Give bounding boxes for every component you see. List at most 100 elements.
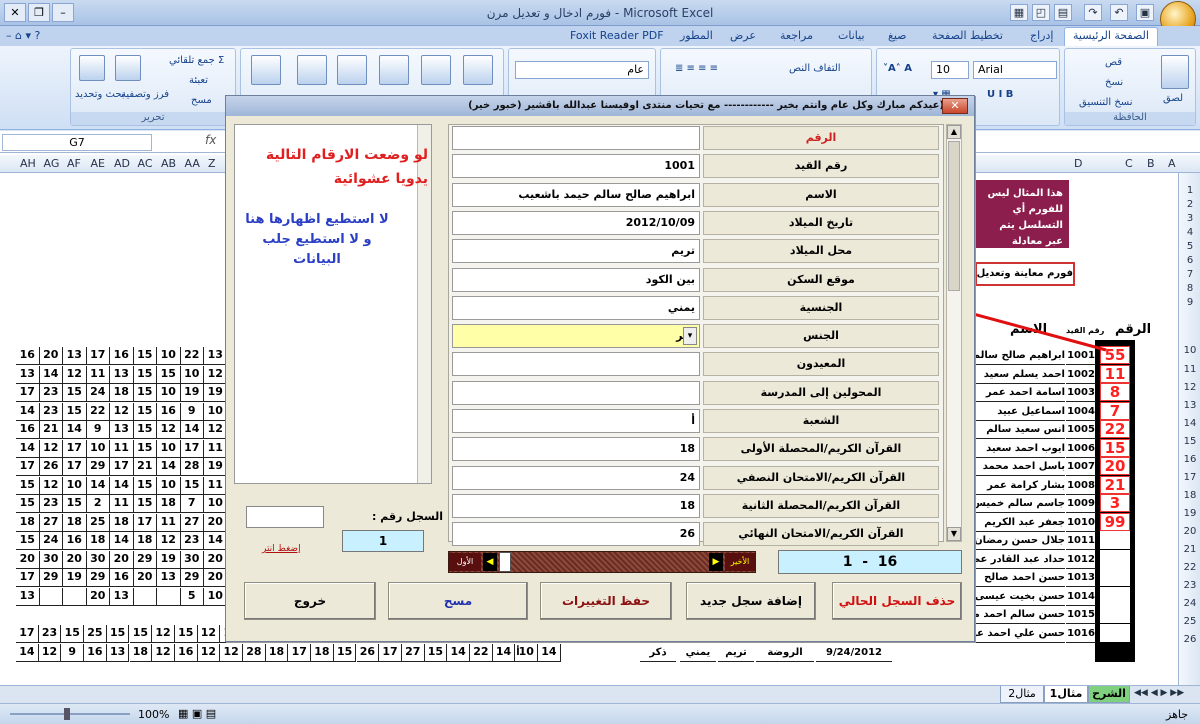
grid-cell[interactable]: 25 [86,513,110,532]
grid-cell[interactable]: 12 [39,439,63,458]
rank-cell[interactable]: 99 [1100,512,1130,531]
grid-cell[interactable]: 17 [63,439,87,458]
grid-cell[interactable]: 30 [86,550,110,569]
row25-grid-cell[interactable]: 15 [61,625,85,643]
grid-cell[interactable]: 26 [39,458,63,476]
row-number[interactable]: 15 [1179,436,1200,447]
grid-cell[interactable]: 23 [180,532,204,550]
row-number[interactable]: 13 [1179,400,1200,411]
grid-cell[interactable]: 20 [110,550,134,569]
rank-empty-cell[interactable] [1100,549,1130,568]
row-number[interactable]: 7 [1179,269,1200,280]
grid-cell[interactable]: 10 [204,495,228,513]
row26-grid-cell[interactable]: 17 [379,644,402,662]
grid-cell[interactable]: 19 [204,458,228,476]
row26-birthplace[interactable]: تريم [718,644,754,662]
grid-cell[interactable]: 23 [39,402,63,421]
name-cell[interactable]: باسل احمد محمد [975,458,1065,476]
field-value-input[interactable]: 2012/10/09 [452,210,700,235]
row-number[interactable]: 12 [1179,382,1200,393]
grid-cell[interactable]: 13 [110,365,134,384]
grid-cell[interactable]: 12 [204,365,228,384]
grid-cell[interactable]: 15 [63,495,87,513]
row-number[interactable]: 6 [1179,255,1200,266]
row-number[interactable]: 5 [1179,241,1200,252]
row-number[interactable]: 1 [1179,185,1200,196]
grid-cell[interactable]: 17 [86,347,110,365]
reg-cell[interactable]: 1003 [1066,384,1096,402]
row-number[interactable]: 16 [1179,454,1200,465]
row26-grid-cell[interactable]: 18 [129,644,153,662]
grid-cell[interactable]: 13 [110,587,134,606]
grid-cell[interactable]: 29 [86,458,110,476]
add-record-button[interactable]: إضافة سجل جديد [686,582,816,620]
field-value-input[interactable]: 18 [452,493,700,518]
grid-cell[interactable]: 22 [86,402,110,421]
grid-cell[interactable]: 19 [157,550,181,569]
cell-styles-icon[interactable] [379,55,409,85]
close-window-button[interactable]: ✕ [4,3,26,22]
tab-data[interactable]: بيانات [838,29,865,42]
reg-cell[interactable]: 1002 [1066,366,1096,384]
grid-cell[interactable]: 17 [16,569,40,587]
grid-cell[interactable]: 17 [16,384,40,402]
grid-cell[interactable]: 11 [110,439,134,458]
insert-cells-icon[interactable] [337,55,367,85]
grid-cell[interactable]: 14 [110,476,134,495]
grid-cell[interactable]: 22 [180,347,204,365]
row-number[interactable]: 14 [1179,418,1200,429]
delete-cells-icon[interactable] [297,55,327,85]
save-icon[interactable]: ▣ [1136,4,1154,21]
row-number[interactable]: 21 [1179,544,1200,555]
cut-button[interactable]: قص [1105,57,1122,68]
grid-cell[interactable]: 13 [157,569,181,587]
grid-cell[interactable] [39,587,63,606]
field-value-input[interactable]: تريم [452,239,700,264]
grid-cell[interactable]: 15 [16,495,40,513]
grid-cell[interactable]: 18 [133,532,157,550]
row26-residence[interactable]: الروضة [756,644,814,662]
font-size-select[interactable]: 10 [931,61,969,79]
grid-cell[interactable]: 10 [157,439,181,458]
grid-cell[interactable]: 19 [180,384,204,402]
name-cell[interactable]: حداد عبد القادر عطا [975,551,1065,569]
grid-cell[interactable]: 15 [157,365,181,384]
col-A[interactable]: A [1168,157,1176,170]
grid-cell[interactable]: 13 [16,365,40,384]
grid-cell[interactable]: 19 [63,569,87,587]
preview-form-button[interactable]: فورم معاينة وتعديل [975,262,1075,286]
row25-grid-cell[interactable]: 23 [38,625,62,643]
rank-cell[interactable]: 8 [1100,383,1130,401]
col-AH[interactable]: AH [20,157,36,170]
row-number[interactable]: 25 [1179,616,1200,627]
name-cell[interactable]: ايوب احمد سعيد [975,440,1065,458]
field-value-input[interactable]: ذكر▾ [452,324,700,349]
grid-cell[interactable]: 13 [16,587,40,606]
grid-cell[interactable]: 29 [86,569,110,587]
grid-cell[interactable]: 18 [63,513,87,532]
grid-cell[interactable]: 15 [133,439,157,458]
number-format-select[interactable]: عام [515,61,649,79]
grid-cell[interactable]: 16 [16,347,40,365]
grid-cell[interactable]: 9 [180,402,204,421]
sheet-tab-explain[interactable]: الشرح [1088,686,1130,703]
name-cell[interactable]: احمد يسلم سعيد [975,366,1065,384]
grid-cell[interactable]: 15 [133,421,157,439]
row-number[interactable]: 23 [1179,580,1200,591]
col-AA[interactable]: AA [185,157,200,170]
reg-cell[interactable]: 1005 [1066,421,1096,439]
grid-cell[interactable]: 15 [133,384,157,402]
field-value-input[interactable]: 26 [452,522,700,547]
dropdown-arrow-icon[interactable]: ▾ [683,327,697,346]
field-value-input[interactable]: 1001 [452,154,700,179]
grid-cell[interactable]: 29 [180,569,204,587]
row-number[interactable]: 2 [1179,199,1200,210]
row25-grid-cell[interactable]: 12 [197,625,221,643]
grid-cell[interactable]: 10 [157,384,181,402]
row26-grid-cell[interactable]: 13 [106,644,130,662]
grid-cell[interactable]: 9 [86,421,110,439]
grid-cell[interactable]: 14 [110,532,134,550]
name-cell[interactable]: ابراهيم صالح سالم [975,347,1065,365]
redo-icon[interactable]: ↷ [1084,4,1102,21]
row26-grid-cell[interactable]: 27 [401,644,425,662]
